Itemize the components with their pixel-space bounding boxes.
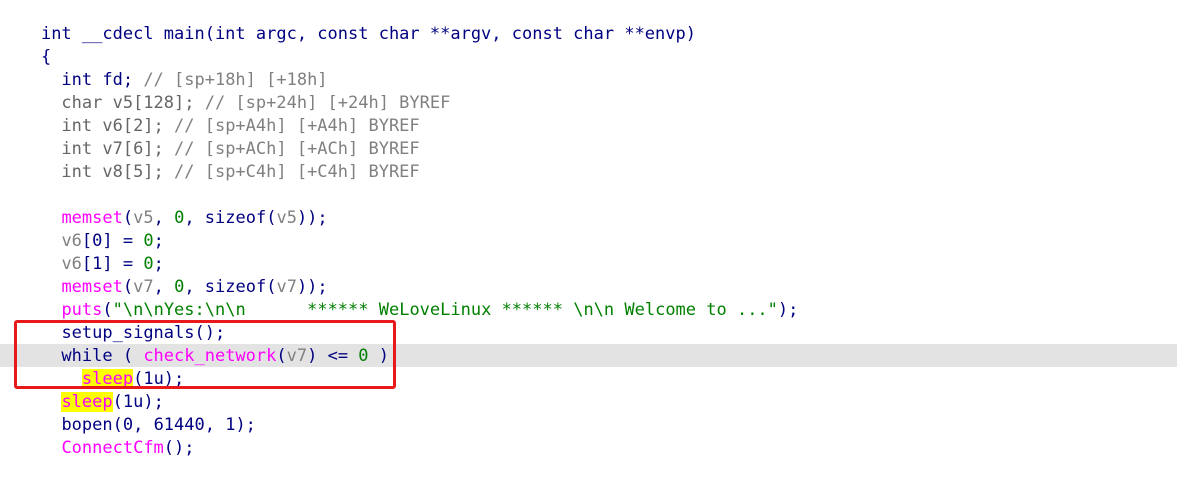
code-text: ( — [276, 346, 287, 366]
code-text: int __cdecl main(int argc, const char **… — [40, 24, 696, 44]
number-literal: 0 — [174, 208, 185, 228]
code-line-declare-v5[interactable]: char v5[128]; // [sp+24h] [+24h] BYREF — [0, 69, 450, 113]
code-line-connectcfm[interactable]: ConnectCfm(); — [0, 414, 194, 458]
code-editor[interactable]: int __cdecl main(int argc, const char **… — [0, 0, 1177, 458]
variable[interactable]: v5 — [276, 208, 296, 228]
code-line-declare-v7[interactable]: int v7[6]; // [sp+ACh] [+ACh] BYREF — [0, 115, 419, 159]
number-literal: 0 — [358, 346, 369, 366]
code-text: ) <= — [307, 346, 359, 366]
code-text: )); — [296, 208, 328, 228]
code-line-bopen[interactable]: bopen(0, 61440, 1); — [0, 391, 255, 435]
code-line-function-signature[interactable]: int __cdecl main(int argc, const char **… — [0, 0, 696, 44]
code-line-sleep-in-loop[interactable]: sleep(1u); — [0, 345, 184, 389]
code-text: int v8[5]; — [40, 162, 175, 182]
code-comment: // [sp+C4h] [+C4h] BYREF — [174, 162, 420, 182]
code-line-declare-fd[interactable]: int fd; // [sp+18h] [+18h] — [0, 46, 327, 90]
code-text: (); — [163, 438, 195, 458]
code-line-v6-0[interactable]: v6[0] = 0; — [0, 207, 163, 251]
code-line-v6-1[interactable]: v6[1] = 0; — [0, 230, 163, 274]
code-line-sleep[interactable]: sleep(1u); — [0, 368, 164, 412]
code-line-declare-v6[interactable]: int v6[2]; // [sp+A4h] [+A4h] BYREF — [0, 92, 419, 136]
code-line-memset-v5[interactable]: memset(v5, 0, sizeof(v5)); — [0, 184, 327, 228]
code-line-while-loop[interactable]: while ( check_network(v7) <= 0 ) — [0, 322, 389, 366]
code-line-declare-v8[interactable]: int v8[5]; // [sp+C4h] [+C4h] BYREF — [0, 138, 419, 182]
code-line-setup-signals[interactable]: setup_signals(); — [0, 299, 225, 343]
code-line-memset-v7[interactable]: memset(v7, 0, sizeof(v7)); — [0, 253, 327, 297]
code-line-puts[interactable]: puts("\n\nYes:\n\n ****** WeLoveLinux **… — [0, 276, 798, 320]
code-line-open-brace[interactable]: { — [0, 23, 51, 67]
function-call[interactable]: ConnectCfm — [61, 438, 163, 458]
variable[interactable]: v7 — [287, 346, 307, 366]
code-text: , sizeof( — [184, 208, 277, 228]
code-text: ) — [368, 346, 390, 366]
code-text: ); — [777, 300, 799, 320]
